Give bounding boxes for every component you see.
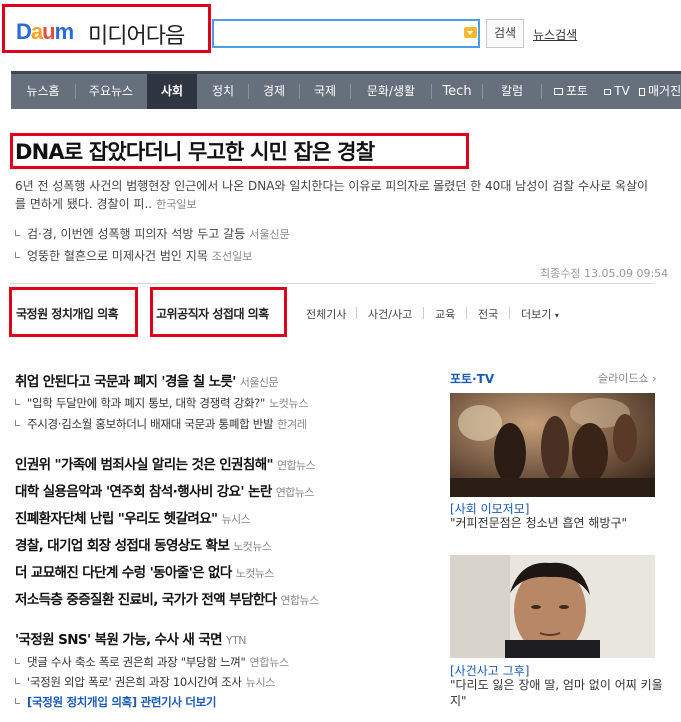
search-button[interactable]: 검색 <box>486 19 524 48</box>
nav-item-top-news[interactable]: 주요뉴스 <box>76 74 146 109</box>
article-link[interactable]: 인권위 "가족에 범죄사실 알리는 것은 인권침해" 연합뉴스 <box>15 453 316 473</box>
main-nav-bar: 뉴스홈 주요뉴스 사회 정치 경제 국제 문화/생활 Tech 칼럼 포토 TV… <box>11 71 681 109</box>
news-search-link[interactable]: 뉴스검색 <box>533 26 577 43</box>
nav-item-world[interactable]: 국제 <box>300 74 350 109</box>
nav-item-tv[interactable]: TV <box>595 74 639 109</box>
source-label: 뉴시스 <box>221 513 251 526</box>
nav-divider <box>541 84 542 99</box>
photo-thumbnail[interactable] <box>450 555 655 658</box>
chevron-right-icon: › <box>652 372 657 385</box>
search-input[interactable] <box>214 21 478 46</box>
photo-thumbnail[interactable] <box>450 393 655 497</box>
related-articles-more-link[interactable]: [국정원 정치개입 의혹] 관련기사 더보기 <box>15 694 217 710</box>
related-story[interactable]: 검·경, 이번엔 성폭행 피의자 석방 두고 갈등 서울신문 <box>15 225 290 242</box>
source-label: 노컷뉴스 <box>233 540 272 553</box>
search-options-dropdown-icon[interactable] <box>464 27 477 38</box>
article-link[interactable]: '국정원 SNS' 복원 가능, 수사 새 국면 YTN <box>15 628 246 648</box>
source-label: 서울신문 <box>239 376 279 389</box>
daum-logo[interactable]: Daum <box>16 19 74 45</box>
nav-item-politics[interactable]: 정치 <box>198 74 248 109</box>
article-link[interactable]: 더 교묘해진 다단계 수렁 '동아줄'은 없다 노컷뉴스 <box>15 561 274 581</box>
related-article-link[interactable]: '국정원 외압 폭로' 권은희 과장 10시간여 조사 뉴시스 <box>15 674 275 690</box>
article-link[interactable]: 진폐환자단체 난립 "우리도 헷갈려요" 뉴시스 <box>15 507 251 527</box>
camera-icon <box>553 88 563 95</box>
source-label: 한겨레 <box>277 418 307 431</box>
nav-item-magazine[interactable]: 매거진 <box>639 74 681 109</box>
source-label: 연합뉴스 <box>275 486 315 499</box>
slideshow-link[interactable]: 슬라이드쇼 › <box>598 370 657 386</box>
source-label: 뉴시스 <box>245 676 276 689</box>
nav-item-photo[interactable]: 포토 <box>546 74 596 109</box>
nav-item-society[interactable]: 사회 <box>147 74 197 109</box>
article-link[interactable]: 대학 실용음악과 '연주회 참석·행사비 강요' 논란 연합뉴스 <box>15 480 314 500</box>
nav-item-tech[interactable]: Tech <box>432 74 482 109</box>
tab-education[interactable]: 교육 <box>435 306 455 322</box>
nav-item-column[interactable]: 칼럼 <box>483 74 541 109</box>
nav-item-economy[interactable]: 경제 <box>249 74 299 109</box>
source-label: 연합뉴스 <box>276 459 316 472</box>
nav-item-culture[interactable]: 문화/생활 <box>351 74 431 109</box>
magazine-icon <box>639 87 645 96</box>
source-label: 연합뉴스 <box>280 594 319 607</box>
tab-divider <box>356 307 357 319</box>
tab-all-articles[interactable]: 전체기사 <box>306 306 346 322</box>
source-label: 조선일보 <box>211 250 253 263</box>
tab-official-sex-bribery[interactable]: 고위공직자 성접대 의혹 <box>156 305 269 322</box>
tab-nationwide[interactable]: 전국 <box>478 306 498 322</box>
caret-down-icon: ▾ <box>554 311 559 320</box>
search-field[interactable] <box>212 19 480 48</box>
top-story-headline[interactable]: DNA로 잡았다더니 무고한 시민 잡은 경찰 <box>15 136 375 166</box>
tv-icon <box>604 88 612 95</box>
photo-caption[interactable]: "다리도 잃은 장애 딸, 엄마 없이 어찌 키울지" <box>450 677 665 709</box>
related-article-link[interactable]: 댓글 수사 축소 폭로 권은희 과장 "부당함 느껴" 연합뉴스 <box>15 654 289 670</box>
article-link[interactable]: 저소득층 중증질환 진료비, 국가가 전액 부담한다 연합뉴스 <box>15 588 319 608</box>
photo-caption[interactable]: "커피전문점은 청소년 흡연 해방구" <box>450 515 665 531</box>
related-article-link[interactable]: 주시경·김소월 홍보하더니 배재대 국문과 통폐합 반발 한겨레 <box>15 416 307 432</box>
source-label: 한국일보 <box>156 198 197 211</box>
section-divider <box>10 283 655 284</box>
source-label: YTN <box>225 634 246 647</box>
source-label: 서울신문 <box>249 228 290 241</box>
updated-timestamp: 최종수정 13.05.09 09:54 <box>540 267 669 280</box>
source-label: 노컷뉴스 <box>235 567 275 580</box>
source-label: 연합뉴스 <box>249 656 290 669</box>
nav-item-news-home[interactable]: 뉴스홈 <box>11 74 75 109</box>
source-label: 노컷뉴스 <box>268 397 309 410</box>
tab-more[interactable]: 더보기 ▾ <box>521 306 559 322</box>
tab-divider <box>423 307 424 319</box>
top-story-summary[interactable]: 6년 전 성폭행 사건의 범행현장 인근에서 나온 DNA와 일치한다는 이유로… <box>15 177 655 214</box>
photo-tv-title[interactable]: 포토·TV <box>450 370 494 387</box>
media-daum-logo-text[interactable]: 미디어다음 <box>88 18 185 50</box>
tab-divider <box>466 307 467 319</box>
tab-nis-political-interference[interactable]: 국정원 정치개입 의혹 <box>16 305 119 322</box>
related-story[interactable]: 엉뚱한 혈흔으로 미제사건 범인 지목 조선일보 <box>15 247 252 264</box>
related-article-link[interactable]: "입학 두달만에 학과 폐지 통보, 대학 경쟁력 강화?" 노컷뉴스 <box>15 395 309 411</box>
tab-divider <box>509 307 510 319</box>
tab-incidents[interactable]: 사건/사고 <box>368 306 412 322</box>
article-link[interactable]: 경찰, 대기업 회장 성접대 동영상도 확보 노컷뉴스 <box>15 534 272 554</box>
article-link[interactable]: 취업 안된다고 국문과 폐지 '경을 칠 노릇' 서울신문 <box>15 370 278 390</box>
